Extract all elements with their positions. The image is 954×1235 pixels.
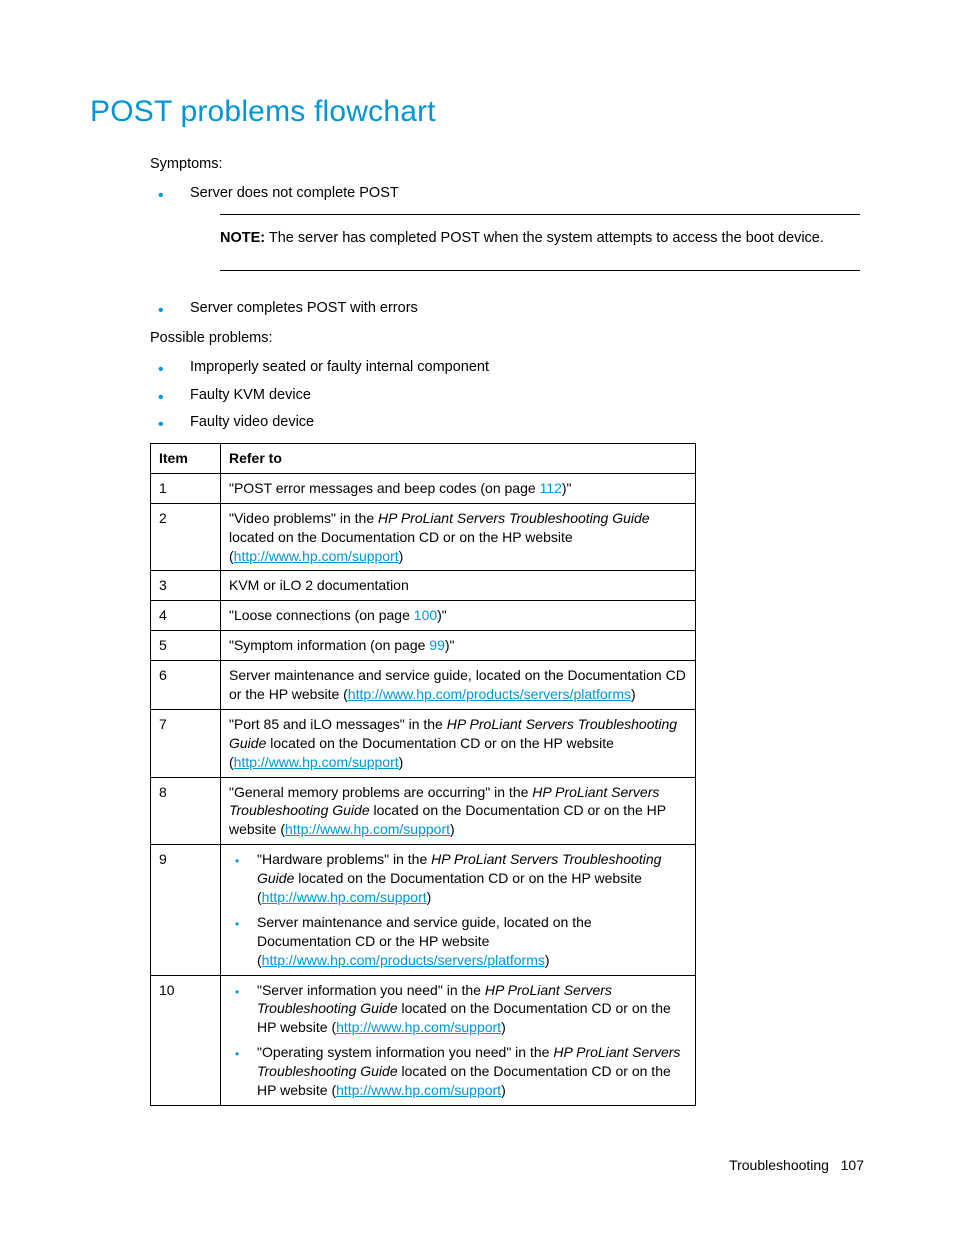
table-row: 5 "Symptom information (on page 99)" bbox=[151, 631, 696, 661]
list-item: Server does not complete POST bbox=[150, 184, 864, 204]
list-item: Faulty video device bbox=[150, 413, 864, 433]
cell-item: 7 bbox=[151, 709, 221, 777]
cell-refer: "POST error messages and beep codes (on … bbox=[221, 473, 696, 503]
possible-list: Improperly seated or faulty internal com… bbox=[150, 358, 864, 433]
table-row: 10 "Server information you need" in the … bbox=[151, 975, 696, 1105]
page-link[interactable]: 112 bbox=[540, 480, 562, 496]
possible-label: Possible problems: bbox=[150, 329, 864, 349]
cell-refer: "Hardware problems" in the HP ProLiant S… bbox=[221, 845, 696, 975]
cell-refer: "Loose connections (on page 100)" bbox=[221, 601, 696, 631]
table-row: 2 "Video problems" in the HP ProLiant Se… bbox=[151, 503, 696, 571]
symptoms-label: Symptoms: bbox=[150, 155, 864, 175]
note-label: NOTE: bbox=[220, 230, 265, 246]
table-row: 8 "General memory problems are occurring… bbox=[151, 777, 696, 845]
cell-item: 5 bbox=[151, 631, 221, 661]
cell-refer: Server maintenance and service guide, lo… bbox=[221, 661, 696, 710]
list-text: Faulty KVM device bbox=[190, 387, 311, 403]
support-link[interactable]: http://www.hp.com/support bbox=[262, 889, 427, 905]
list-text: Improperly seated or faulty internal com… bbox=[190, 359, 489, 375]
note-text: The server has completed POST when the s… bbox=[265, 230, 824, 246]
cell-refer: KVM or iLO 2 documentation bbox=[221, 571, 696, 601]
list-item: "Operating system information you need" … bbox=[229, 1043, 687, 1100]
footer-section: Troubleshooting bbox=[729, 1157, 829, 1173]
page-link[interactable]: 99 bbox=[429, 637, 445, 653]
cell-refer: "Video problems" in the HP ProLiant Serv… bbox=[221, 503, 696, 571]
table-row: 6 Server maintenance and service guide, … bbox=[151, 661, 696, 710]
reference-table: Item Refer to 1 "POST error messages and… bbox=[150, 443, 696, 1106]
page-title: POST problems flowchart bbox=[90, 92, 864, 133]
cell-item: 3 bbox=[151, 571, 221, 601]
page-link[interactable]: 100 bbox=[414, 607, 437, 623]
list-item: Server maintenance and service guide, lo… bbox=[229, 913, 687, 970]
table-row: 7 "Port 85 and iLO messages" in the HP P… bbox=[151, 709, 696, 777]
list-text: Server completes POST with errors bbox=[190, 300, 418, 316]
list-item: "Server information you need" in the HP … bbox=[229, 981, 687, 1038]
cell-item: 8 bbox=[151, 777, 221, 845]
cell-item: 4 bbox=[151, 601, 221, 631]
support-link[interactable]: http://www.hp.com/support bbox=[336, 1082, 501, 1098]
list-item: Improperly seated or faulty internal com… bbox=[150, 358, 864, 378]
table-row: 9 "Hardware problems" in the HP ProLiant… bbox=[151, 845, 696, 975]
support-link[interactable]: http://www.hp.com/support bbox=[285, 821, 450, 837]
support-link[interactable]: http://www.hp.com/support bbox=[234, 548, 399, 564]
page-footer: Troubleshooting 107 bbox=[729, 1156, 864, 1175]
cell-item: 1 bbox=[151, 473, 221, 503]
table-header-row: Item Refer to bbox=[151, 444, 696, 474]
table-row: 1 "POST error messages and beep codes (o… bbox=[151, 473, 696, 503]
symptoms-list: Server does not complete POST bbox=[150, 184, 864, 204]
list-item: "Hardware problems" in the HP ProLiant S… bbox=[229, 850, 687, 907]
platforms-link[interactable]: http://www.hp.com/products/servers/platf… bbox=[262, 952, 545, 968]
note-block: NOTE: The server has completed POST when… bbox=[220, 214, 860, 272]
table-row: 3 KVM or iLO 2 documentation bbox=[151, 571, 696, 601]
list-item: Server completes POST with errors bbox=[150, 299, 864, 319]
support-link[interactable]: http://www.hp.com/support bbox=[234, 754, 399, 770]
cell-refer: "Port 85 and iLO messages" in the HP Pro… bbox=[221, 709, 696, 777]
col-item: Item bbox=[151, 444, 221, 474]
cell-item: 10 bbox=[151, 975, 221, 1105]
symptoms-list-2: Server completes POST with errors bbox=[150, 299, 864, 319]
col-refer: Refer to bbox=[221, 444, 696, 474]
cell-item: 9 bbox=[151, 845, 221, 975]
cell-item: 2 bbox=[151, 503, 221, 571]
support-link[interactable]: http://www.hp.com/support bbox=[336, 1019, 501, 1035]
footer-page-number: 107 bbox=[841, 1157, 864, 1173]
cell-refer: "General memory problems are occurring" … bbox=[221, 777, 696, 845]
list-text: Server does not complete POST bbox=[190, 185, 399, 201]
platforms-link[interactable]: http://www.hp.com/products/servers/platf… bbox=[348, 686, 631, 702]
cell-refer: "Server information you need" in the HP … bbox=[221, 975, 696, 1105]
list-item: Faulty KVM device bbox=[150, 386, 864, 406]
cell-item: 6 bbox=[151, 661, 221, 710]
list-text: Faulty video device bbox=[190, 414, 314, 430]
cell-refer: "Symptom information (on page 99)" bbox=[221, 631, 696, 661]
table-row: 4 "Loose connections (on page 100)" bbox=[151, 601, 696, 631]
page-content: POST problems flowchart Symptoms: Server… bbox=[0, 0, 954, 1106]
